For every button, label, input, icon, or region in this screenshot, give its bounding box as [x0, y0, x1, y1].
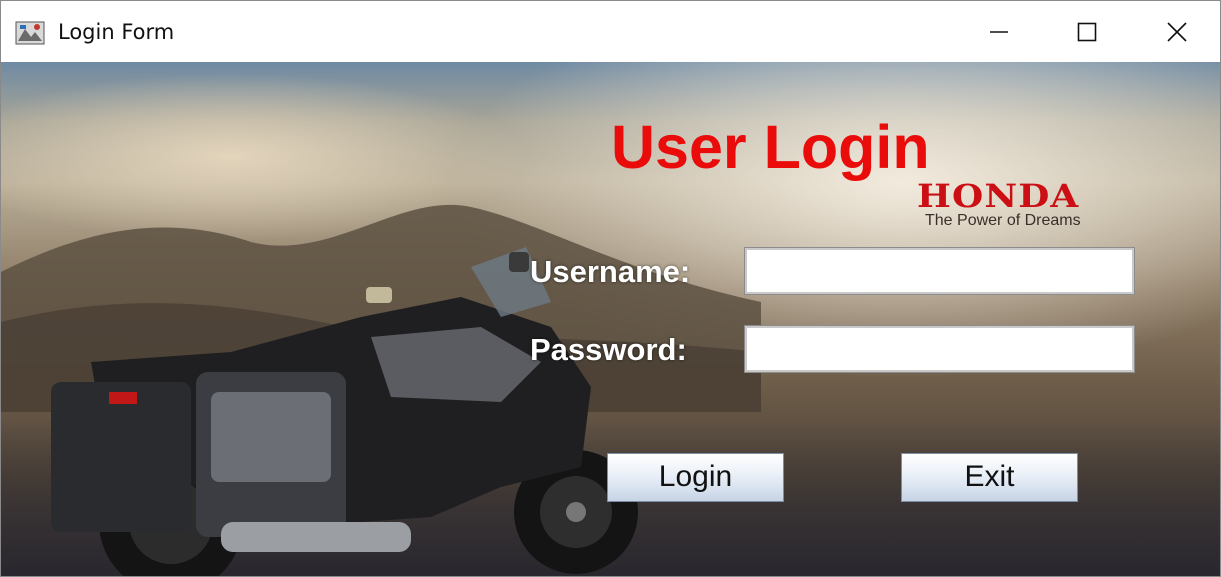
page-title: User Login: [611, 113, 930, 181]
title-bar[interactable]: Login Form: [1, 1, 1220, 62]
close-icon: [1166, 21, 1188, 43]
minimize-icon: [989, 22, 1009, 42]
minimize-button[interactable]: [954, 1, 1044, 62]
login-window: Login Form User Login HONDA The Power of…: [0, 0, 1221, 577]
maximize-icon: [1077, 22, 1097, 42]
app-window-icon: [15, 19, 45, 45]
motorcycle-image: [51, 247, 638, 576]
username-label: Username:: [530, 254, 691, 289]
password-input[interactable]: [744, 325, 1135, 373]
window-title: Login Form: [58, 20, 175, 44]
honda-logo: HONDA The Power of Dreams: [917, 180, 1127, 230]
close-button[interactable]: [1132, 1, 1220, 62]
login-button[interactable]: Login: [607, 453, 784, 502]
form-panel: User Login HONDA The Power of Dreams Use…: [1, 62, 1220, 576]
password-label: Password:: [530, 332, 687, 367]
maximize-button[interactable]: [1042, 1, 1132, 62]
exit-button[interactable]: Exit: [901, 453, 1078, 502]
username-input[interactable]: [744, 247, 1135, 295]
brand-name: HONDA: [917, 177, 1080, 215]
